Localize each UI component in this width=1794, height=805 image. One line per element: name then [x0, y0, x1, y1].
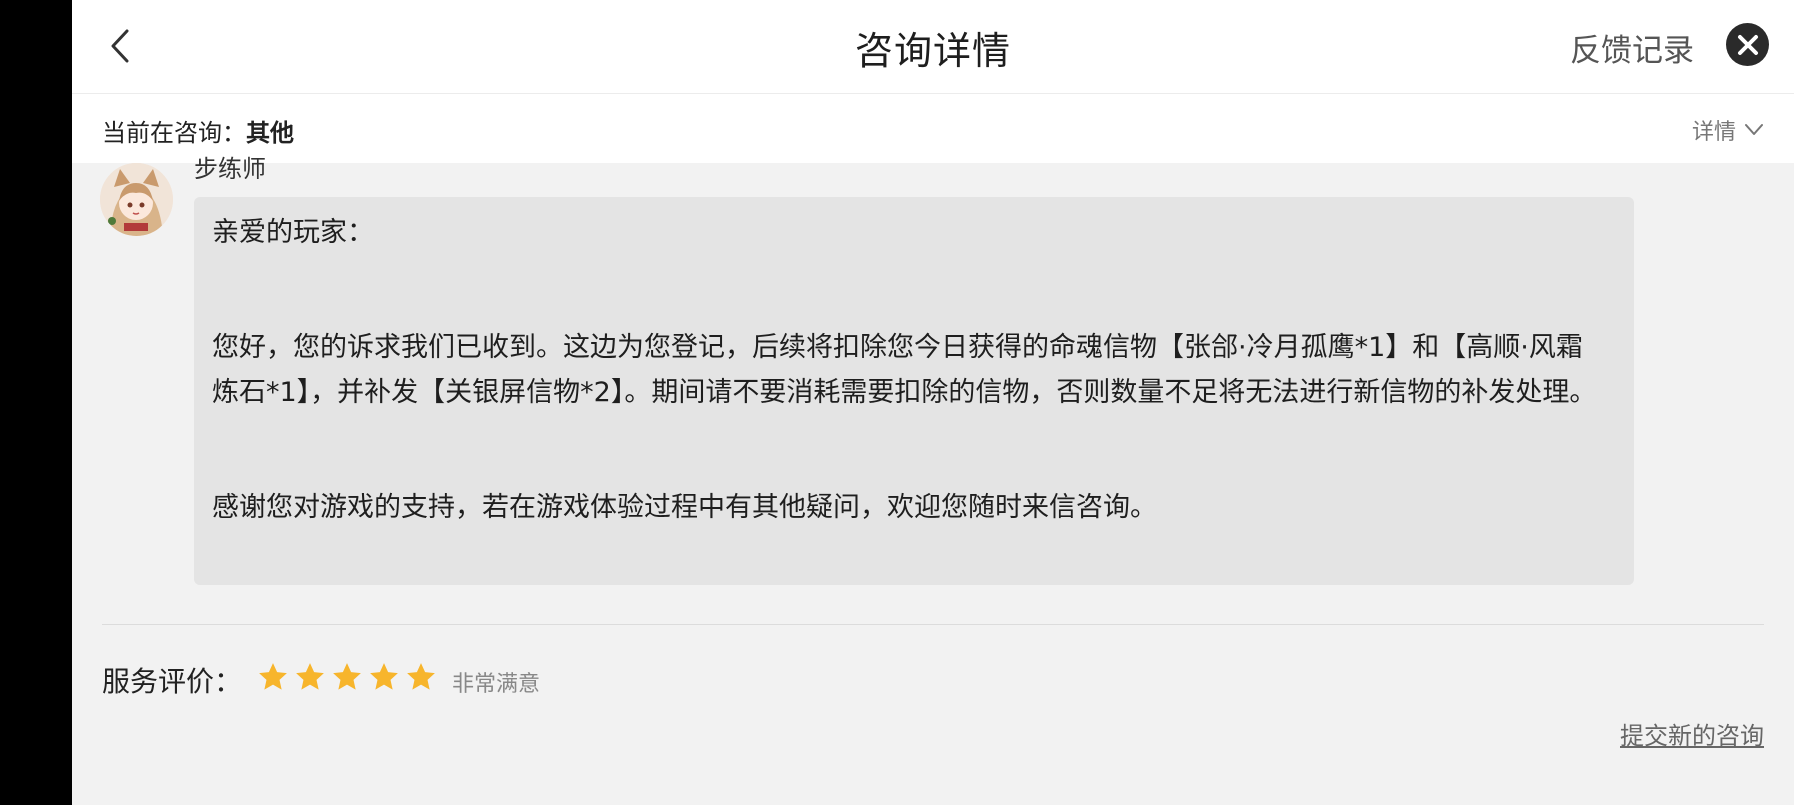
close-icon [1737, 34, 1758, 55]
detail-label: 详情 [1691, 120, 1736, 145]
current-topic: 当前在咨询：其他 [102, 113, 294, 148]
sender-name: 步练师 [194, 155, 266, 179]
rating-stars [256, 660, 438, 694]
star-icon [296, 663, 324, 690]
page-title: 咨询详情 [854, 29, 1011, 73]
detail-toggle[interactable]: 详情 [1692, 114, 1764, 146]
message-greeting: 亲爱的玩家： [212, 217, 374, 248]
topic-value: 其他 [246, 119, 294, 147]
rating-label: 服务评价： [102, 665, 243, 698]
header-bar: 咨询详情 反馈记录 [72, 0, 1794, 94]
topic-label: 当前在咨询： [102, 119, 246, 147]
star-icon [259, 663, 287, 690]
star-icon [333, 663, 361, 690]
topic-bar: 当前在咨询：其他 详情 [72, 94, 1794, 163]
message-body-1: 您好，您的诉求我们已收到。这边为您登记，后续将扣除您今日获得的命魂信物【张郃·冷… [212, 332, 1597, 408]
chevron-down-icon [1745, 124, 1763, 135]
avatar [100, 163, 173, 236]
rating-text: 非常满意 [452, 672, 541, 697]
star-icon [370, 663, 398, 690]
message-body-2: 感谢您对游戏的支持，若在游戏体验过程中有其他疑问，欢迎您随时来信咨询。 [212, 492, 1157, 523]
star-icon [407, 663, 435, 690]
feedback-history-link[interactable]: 反馈记录 [1570, 25, 1694, 70]
close-button[interactable] [1726, 23, 1769, 66]
app-window: 咨询详情 反馈记录 当前在咨询：其他 详情 步练师 亲爱的玩家： 您好，您的诉求… [72, 0, 1794, 805]
divider [102, 624, 1764, 625]
message-bubble: 亲爱的玩家： 您好，您的诉求我们已收到。这边为您登记，后续将扣除您今日获得的命魂… [194, 197, 1634, 585]
submit-new-consult-link[interactable]: 提交新的咨询 [1620, 716, 1764, 751]
